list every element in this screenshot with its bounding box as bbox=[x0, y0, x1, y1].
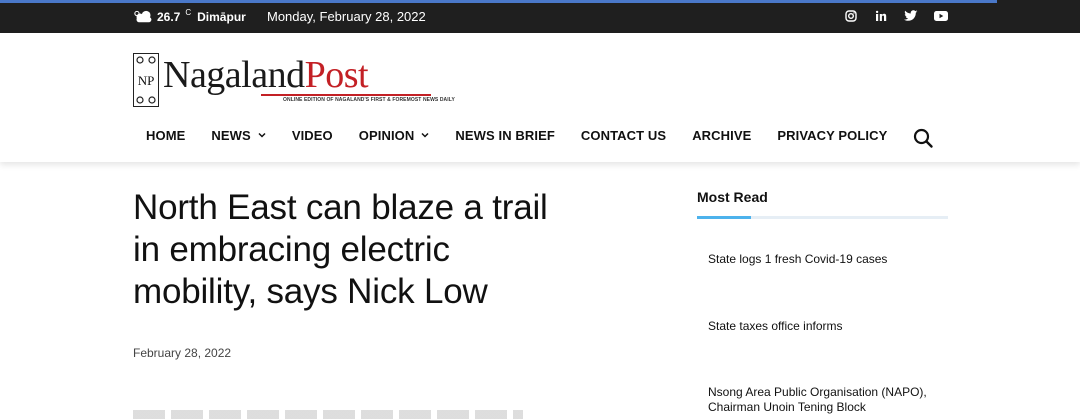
logo-mark-icon: NP bbox=[133, 53, 159, 107]
nav-item-home[interactable]: HOME bbox=[133, 128, 198, 143]
temperature: 26.7 bbox=[157, 10, 181, 24]
twitter-icon[interactable] bbox=[896, 7, 926, 25]
nav-item-news-in-brief[interactable]: NEWS IN BRIEF bbox=[442, 128, 568, 143]
most-read-underline bbox=[697, 216, 948, 219]
linkedin-icon[interactable] bbox=[866, 7, 896, 25]
nav-item-news[interactable]: NEWS bbox=[198, 128, 278, 143]
nav-item-privacy-policy[interactable]: PRIVACY POLICY bbox=[764, 128, 900, 143]
social-links bbox=[836, 7, 956, 25]
nav-label: HOME bbox=[146, 127, 186, 143]
article-date: February 28, 2022 bbox=[133, 346, 232, 360]
nav-label: CONTACT US bbox=[580, 127, 667, 143]
current-date: Monday, February 28, 2022 bbox=[267, 9, 426, 24]
nav-label: NEWS IN BRIEF bbox=[455, 127, 555, 143]
logo-tagline: ONLINE EDITION OF NAGALAND'S FIRST & FOR… bbox=[283, 97, 455, 103]
city-name: Dimāpur bbox=[197, 10, 246, 24]
most-read-heading: Most Read bbox=[697, 189, 768, 205]
cloud-icon bbox=[134, 10, 152, 23]
search-icon[interactable] bbox=[912, 127, 934, 149]
nav-label: ARCHIVE bbox=[692, 127, 752, 143]
logo-name-post: Post bbox=[304, 54, 369, 96]
nav-item-archive[interactable]: ARCHIVE bbox=[679, 128, 764, 143]
temperature-unit: C bbox=[185, 7, 192, 17]
logo-name-nagaland: Nagaland bbox=[163, 54, 305, 96]
most-read-item[interactable]: State logs 1 fresh Covid-19 cases bbox=[708, 252, 948, 267]
nav-item-video[interactable]: VIDEO bbox=[279, 128, 346, 143]
chevron-down-icon bbox=[258, 132, 266, 138]
most-read-item[interactable]: State taxes office informs bbox=[708, 319, 948, 334]
site-logo[interactable]: NP NagalandPost ONLINE EDITION OF NAGALA… bbox=[133, 53, 455, 108]
site-header: NP NagalandPost ONLINE EDITION OF NAGALA… bbox=[0, 33, 1080, 162]
nav-label: NEWS bbox=[211, 127, 251, 143]
youtube-icon[interactable] bbox=[926, 7, 956, 25]
most-read-item[interactable]: Nsong Area Public Organisation (NAPO), C… bbox=[708, 385, 948, 415]
instagram-icon[interactable] bbox=[836, 7, 866, 25]
main-nav: HOME NEWS VIDEO OPINION NEWS IN BRIEF CO… bbox=[133, 124, 900, 146]
article-title: North East can blaze a trail in embracin… bbox=[133, 188, 548, 311]
chevron-down-icon bbox=[421, 132, 429, 138]
nav-label: OPINION bbox=[358, 127, 415, 143]
logo-underline bbox=[261, 94, 431, 96]
weather-widget: 26.7 C Dimāpur bbox=[133, 8, 246, 26]
nav-item-contact-us[interactable]: CONTACT US bbox=[568, 128, 679, 143]
logo-wordmark: NagalandPost bbox=[163, 54, 369, 96]
top-accent-line bbox=[0, 0, 997, 3]
logo-np-text: NP bbox=[138, 73, 155, 88]
top-bar: 26.7 C Dimāpur Monday, February 28, 2022 bbox=[0, 0, 1080, 33]
nav-label: VIDEO bbox=[291, 127, 333, 143]
article-body-preview bbox=[133, 410, 523, 419]
nav-label: PRIVACY POLICY bbox=[777, 127, 888, 143]
nav-item-opinion[interactable]: OPINION bbox=[346, 128, 443, 143]
